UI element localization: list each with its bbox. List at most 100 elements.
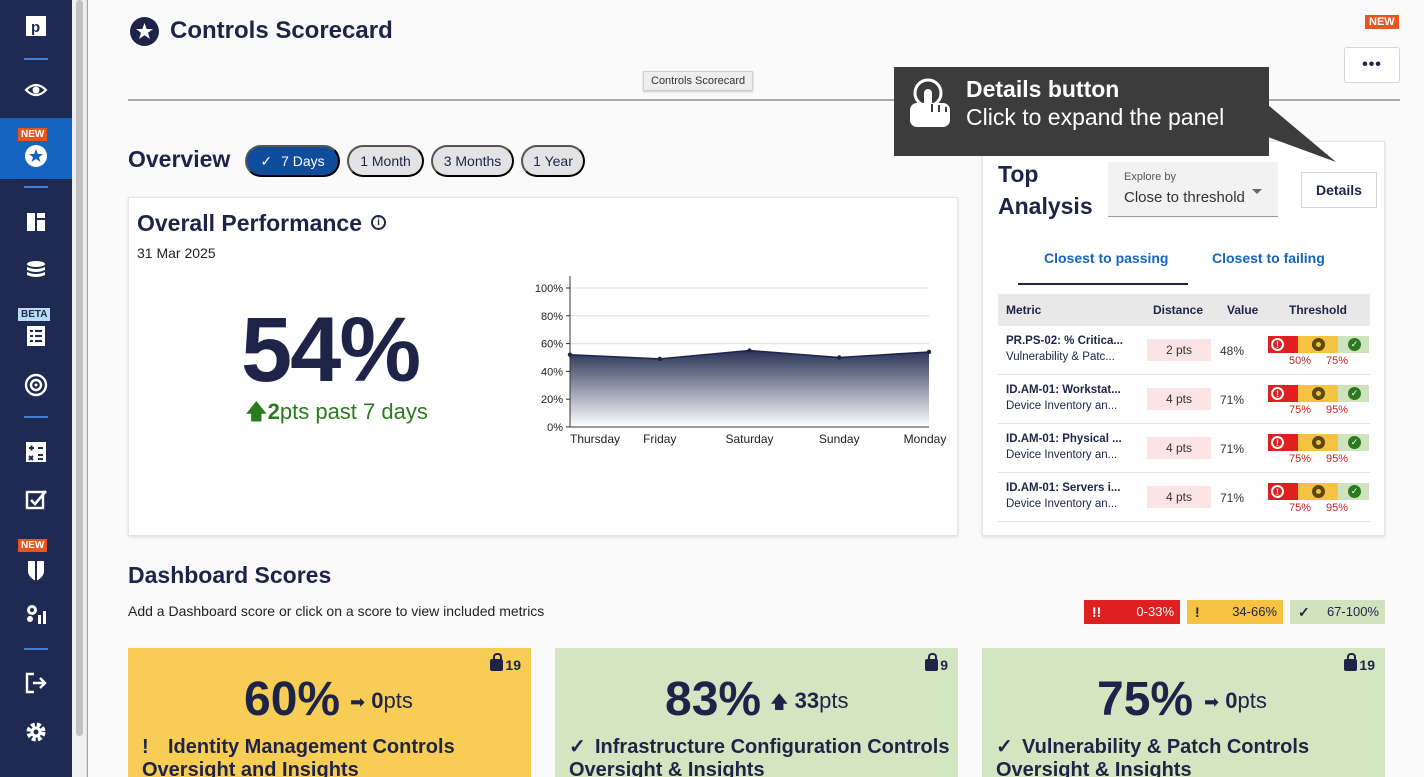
threshold-high: 95% xyxy=(1326,502,1349,514)
distance-badge: 4 pts xyxy=(1147,486,1211,508)
score-name: ✓ Vulnerability & Patch Controls Oversigh… xyxy=(996,736,1385,777)
score-title: Identity Management Controls Oversight a… xyxy=(142,736,455,777)
details-button-tooltip: Details button Click to expand the panel xyxy=(894,67,1269,156)
table-body: PR.PS-02: % Critica... Vulnerability & Pa… xyxy=(998,326,1370,522)
column-header: Value xyxy=(1227,303,1259,317)
score-card-vulnerability[interactable]: 19 75% ➡ 0pts ✓ Vulnerability & Patch Con… xyxy=(982,648,1385,777)
lock-icon: 19 xyxy=(490,653,521,673)
lock-icon: 9 xyxy=(925,653,948,673)
metric-dashboard: Device Inventory an... xyxy=(1006,449,1118,461)
pointer-hand-icon xyxy=(910,78,950,127)
tab-closest-to-failing[interactable]: Closest to failing xyxy=(1212,250,1325,266)
metric-count: 9 xyxy=(940,657,948,673)
metric-name: ID.AM-01: Workstat... xyxy=(1006,384,1121,396)
threshold-bar: ! ✓ xyxy=(1268,483,1369,500)
analysis-table: Metric Distance Value Threshold PR.PS-02… xyxy=(998,294,1370,522)
info-icon[interactable]: i xyxy=(371,215,386,230)
period-1-month-button[interactable]: 1 Month xyxy=(347,145,424,177)
sidebar-separator xyxy=(24,648,48,650)
new-badge: NEW xyxy=(1365,15,1399,29)
threshold-low: 75% xyxy=(1289,453,1312,465)
select-value: Close to threshold xyxy=(1124,189,1245,206)
data-point xyxy=(747,348,752,353)
page: p NEW BETA NEW Controls Scorecard NEW ••… xyxy=(0,0,1424,777)
sidebar: p NEW BETA NEW xyxy=(0,0,72,777)
overall-performance-card: Overall Performance i 31 Mar 2025 54% 🡅2… xyxy=(128,197,958,536)
score-value: 75% xyxy=(1097,673,1194,726)
select-label: Explore by xyxy=(1124,171,1176,183)
score-delta: 🡅 33pts xyxy=(770,688,848,720)
arrow-up-icon: 🡅 xyxy=(770,692,789,712)
logo-icon[interactable]: p xyxy=(0,2,72,50)
delta-unit: pts xyxy=(1237,688,1267,713)
check-icon: ✓ xyxy=(569,736,586,758)
warning-icon: ! xyxy=(1195,604,1200,620)
metric-value: 71% xyxy=(1220,393,1245,407)
arrow-right-icon: ➡ xyxy=(350,692,366,712)
threshold-bar: ! ✓ xyxy=(1268,385,1369,402)
data-point xyxy=(926,349,932,355)
layout-icon[interactable] xyxy=(0,198,72,246)
alert-icon: ! xyxy=(1271,485,1284,498)
beta-badge: BETA xyxy=(18,308,51,321)
score-name: ! Identity Management Controls Oversight … xyxy=(142,736,531,777)
page-title: Controls Scorecard xyxy=(170,17,393,44)
score-card-infrastructure[interactable]: 9 83% 🡅 33pts ✓ Infrastructure Configurat… xyxy=(555,648,958,777)
date-label: 31 Mar 2025 xyxy=(137,245,216,261)
alert-icon: ! xyxy=(1271,338,1284,351)
new-badge: NEW xyxy=(18,539,48,552)
score-card-identity[interactable]: 19 60% ➡ 0pts ! Identity Management Contr… xyxy=(128,648,531,777)
y-tick-label: 100% xyxy=(535,283,563,295)
alert-icon: ! xyxy=(1271,387,1284,400)
metric-dashboard: Vulnerability & Patc... xyxy=(1006,351,1115,363)
x-tick-label: Thursday xyxy=(570,432,620,446)
gear-icon[interactable] xyxy=(0,708,72,756)
scrollbar[interactable] xyxy=(72,0,87,777)
y-tick-label: 80% xyxy=(541,311,563,323)
checkbox-icon[interactable] xyxy=(0,476,72,524)
legend-high: ✓ 67-100% xyxy=(1290,600,1385,624)
table-row[interactable]: PR.PS-02: % Critica... Vulnerability & Pa… xyxy=(998,326,1370,375)
more-options-button[interactable]: ••• xyxy=(1344,47,1400,83)
metric-dashboard: Device Inventory an... xyxy=(1006,498,1118,510)
gears-chart-icon[interactable] xyxy=(0,590,72,638)
threshold-low: 75% xyxy=(1289,404,1312,416)
period-3-months-button[interactable]: 3 Months xyxy=(431,145,514,177)
period-1-year-button[interactable]: 1 Year xyxy=(521,145,585,177)
score-title: Infrastructure Configuration Controls Ov… xyxy=(569,736,950,777)
y-tick-label: 0% xyxy=(547,422,563,434)
arrow-up-icon: 🡅 xyxy=(245,399,268,424)
sidebar-item-scorecard[interactable]: NEW xyxy=(0,118,72,179)
metric-name: ID.AM-01: Servers i... xyxy=(1006,482,1121,494)
alert-icon: !! xyxy=(1092,604,1102,620)
explore-by-select[interactable]: Explore by Close to threshold xyxy=(1108,162,1278,217)
eye-icon[interactable] xyxy=(0,66,72,114)
x-tick-label: Monday xyxy=(904,432,947,446)
score-delta: ➡ 0pts xyxy=(350,688,413,714)
performance-chart: 0% 20% 40% 60% 80% 100% Thursday Friday Saturday… xyxy=(535,276,947,446)
logout-icon[interactable] xyxy=(0,659,72,707)
sidebar-item-shield[interactable]: NEW xyxy=(0,533,72,589)
database-icon[interactable] xyxy=(0,247,72,295)
delta-value: 0 xyxy=(371,688,384,713)
help-icon[interactable] xyxy=(0,756,72,777)
period-7-days-button[interactable]: ✓ 7 Days xyxy=(245,145,340,177)
check-icon: ✓ xyxy=(1348,387,1361,400)
sidebar-item-checklist[interactable]: BETA xyxy=(0,300,72,356)
tab-closest-to-passing[interactable]: Closest to passing xyxy=(1044,250,1168,266)
target-icon[interactable] xyxy=(0,361,72,409)
y-tick-label: 60% xyxy=(541,339,563,351)
sidebar-separator xyxy=(24,186,48,188)
scrollbar-thumb[interactable] xyxy=(76,0,83,736)
table-row[interactable]: ID.AM-01: Workstat... Device Inventory an… xyxy=(998,375,1370,424)
top-analysis-card: Top Analysis Explore by Close to thresho… xyxy=(982,141,1385,536)
calculator-icon[interactable] xyxy=(0,428,72,476)
data-point xyxy=(657,356,662,362)
x-tick-label: Friday xyxy=(643,432,676,446)
metric-name: ID.AM-01: Physical ... xyxy=(1006,433,1122,445)
table-row[interactable]: ID.AM-01: Servers i... Device Inventory a… xyxy=(998,473,1370,522)
table-row[interactable]: ID.AM-01: Physical ... Device Inventory a… xyxy=(998,424,1370,473)
delta-unit: pts xyxy=(383,688,413,713)
tooltip-pointer xyxy=(1268,105,1336,162)
details-button[interactable]: Details xyxy=(1301,172,1377,208)
